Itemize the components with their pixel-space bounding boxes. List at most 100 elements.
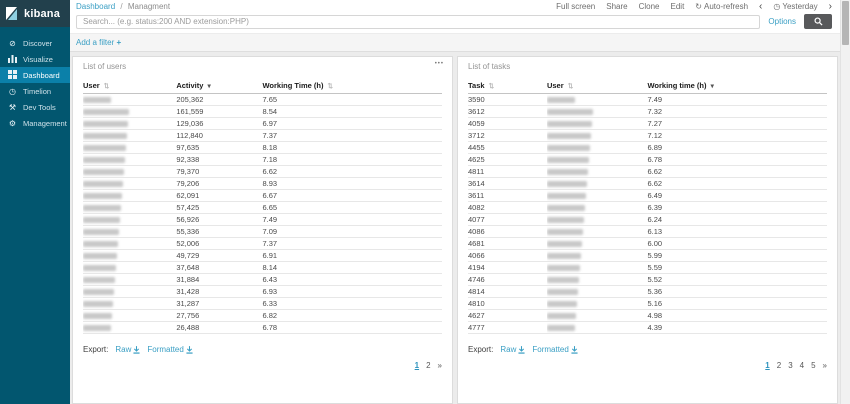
toolbar-clone-button[interactable]: Clone (639, 2, 660, 11)
toolbar-share-button[interactable]: Share (606, 2, 627, 11)
table-cell: 4746 (468, 274, 547, 286)
table-row: 41945.59 (468, 262, 827, 274)
table-cell: 205,362 (176, 94, 262, 106)
time-range-label: Yesterday (782, 2, 817, 11)
dashboard-toolbar: Full screen Share Clone Edit ↻ Auto-refresh… (556, 2, 832, 11)
table-cell (547, 310, 648, 322)
pagination-page-2[interactable]: 2 (426, 361, 430, 370)
redacted-user-name (83, 181, 123, 187)
breadcrumb-dashboard-link[interactable]: Dashboard (76, 2, 115, 11)
pagination-page-5[interactable]: 5 (811, 361, 815, 370)
kibana-logo[interactable]: kibana (0, 0, 70, 27)
time-step-back-button[interactable]: ‹ (759, 3, 762, 11)
redacted-user-name (547, 313, 576, 319)
options-link[interactable]: Options (768, 17, 796, 26)
time-step-forward-button[interactable]: › (829, 3, 832, 11)
export-raw-link[interactable]: Raw (115, 345, 140, 354)
search-input[interactable] (76, 15, 760, 29)
users-table-body: 205,3627.65161,5598.54129,0366.97112,840… (83, 94, 442, 334)
users-table: User ⇅Activity ▾Working Time (h) ⇅ 205,3… (83, 79, 442, 334)
sidebar-item-timelion[interactable]: ◷Timelion (0, 83, 70, 99)
table-cell (547, 130, 648, 142)
table-cell: 6.82 (262, 310, 442, 322)
pagination-next-button[interactable]: » (438, 361, 442, 370)
sort-desc-icon: ▾ (711, 83, 714, 90)
users-column-header-working-time-h-[interactable]: Working Time (h) ⇅ (262, 79, 442, 94)
table-cell: 49,729 (176, 250, 262, 262)
sort-icon: ⇅ (489, 83, 494, 90)
pagination-page-1[interactable]: 1 (765, 361, 769, 370)
table-row: 26,4886.78 (83, 322, 442, 334)
export-formatted-link[interactable]: Formatted (532, 345, 577, 354)
table-cell: 37,648 (176, 262, 262, 274)
table-cell (83, 226, 176, 238)
table-cell: 57,425 (176, 202, 262, 214)
table-row: 27,7566.82 (83, 310, 442, 322)
table-cell: 62,091 (176, 190, 262, 202)
table-cell: 92,338 (176, 154, 262, 166)
panel-title: List of tasks (468, 62, 827, 71)
table-cell (83, 250, 176, 262)
redacted-user-name (547, 253, 581, 259)
table-cell (83, 178, 176, 190)
table-row: 62,0916.67 (83, 190, 442, 202)
table-cell: 6.43 (262, 274, 442, 286)
sidebar-item-discover[interactable]: ⊘Discover (0, 35, 70, 51)
pagination-page-4[interactable]: 4 (800, 361, 804, 370)
table-cell: 6.78 (647, 154, 827, 166)
pagination-page-2[interactable]: 2 (777, 361, 781, 370)
users-column-header-user[interactable]: User ⇅ (83, 79, 176, 94)
export-raw-label: Raw (115, 345, 131, 354)
tasks-column-header-task[interactable]: Task ⇅ (468, 79, 547, 94)
download-icon (186, 346, 193, 354)
table-row: 31,2876.33 (83, 298, 442, 310)
panel-options-menu-icon[interactable]: ••• (435, 61, 444, 67)
search-button[interactable] (804, 14, 832, 29)
table-row: 40776.24 (468, 214, 827, 226)
table-cell: 5.16 (647, 298, 827, 310)
table-cell (83, 238, 176, 250)
tasks-column-header-user[interactable]: User ⇅ (547, 79, 648, 94)
table-row: 31,4286.93 (83, 286, 442, 298)
redacted-user-name (547, 121, 592, 127)
auto-refresh-button[interactable]: ↻ Auto-refresh (695, 2, 748, 11)
users-column-header-activity[interactable]: Activity ▾ (176, 79, 262, 94)
export-raw-link[interactable]: Raw (500, 345, 525, 354)
toolbar-full-screen-button[interactable]: Full screen (556, 2, 595, 11)
table-cell: 161,559 (176, 106, 262, 118)
scrollbar-thumb[interactable] (842, 1, 849, 45)
vertical-scrollbar[interactable] (840, 0, 850, 404)
table-cell: 3611 (468, 190, 547, 202)
table-cell: 4.98 (647, 310, 827, 322)
table-row: 49,7296.91 (83, 250, 442, 262)
table-row: 48116.62 (468, 166, 827, 178)
table-row: 79,2068.93 (83, 178, 442, 190)
table-cell: 3614 (468, 178, 547, 190)
table-row: 36127.32 (468, 106, 827, 118)
table-cell: 7.09 (262, 226, 442, 238)
pagination-next-button[interactable]: » (823, 361, 827, 370)
time-picker-button[interactable]: ◷ Yesterday (773, 2, 817, 11)
table-cell: 79,370 (176, 166, 262, 178)
export-formatted-label: Formatted (147, 345, 183, 354)
sidebar-item-dev-tools[interactable]: ⚒Dev Tools (0, 99, 70, 115)
table-cell (547, 118, 648, 130)
table-cell: 112,840 (176, 130, 262, 142)
table-cell: 31,428 (176, 286, 262, 298)
pagination-page-3[interactable]: 3 (788, 361, 792, 370)
tasks-column-header-working-time-h-[interactable]: Working time (h) ▾ (647, 79, 827, 94)
table-cell: 8.18 (262, 142, 442, 154)
table-cell (547, 250, 648, 262)
pagination-page-1[interactable]: 1 (415, 361, 419, 370)
add-filter-link[interactable]: Add a filter + (76, 38, 121, 47)
redacted-user-name (547, 229, 583, 235)
export-formatted-link[interactable]: Formatted (147, 345, 192, 354)
toolbar-edit-button[interactable]: Edit (671, 2, 685, 11)
sidebar-item-management[interactable]: ⚙Management (0, 115, 70, 131)
table-cell (547, 298, 648, 310)
sidebar-item-dashboard[interactable]: Dashboard (0, 67, 70, 83)
sidebar-item-visualize[interactable]: Visualize (0, 51, 70, 67)
table-cell (83, 286, 176, 298)
table-row: 40866.13 (468, 226, 827, 238)
table-cell (547, 106, 648, 118)
